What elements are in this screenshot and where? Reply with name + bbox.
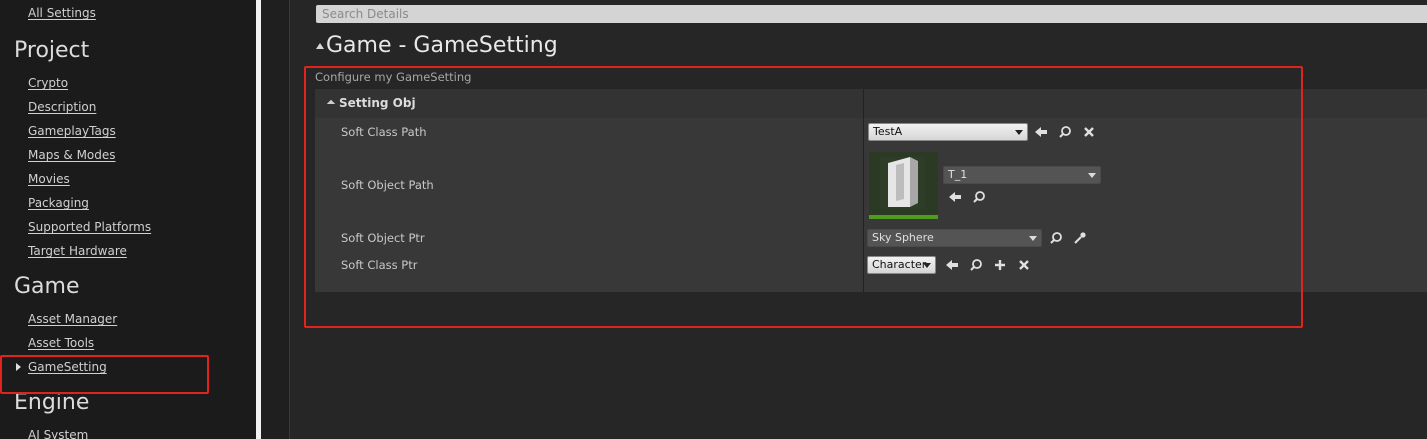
sidebar-section-game: Game	[14, 274, 80, 299]
sidebar-item-description[interactable]: Description	[28, 100, 96, 114]
sidebar-item-maps-modes[interactable]: Maps & Modes	[28, 148, 116, 162]
sidebar-selection-highlight	[0, 355, 209, 394]
search-details-input[interactable]: Search Details	[316, 5, 1427, 23]
panel-divider	[289, 0, 290, 439]
sidebar-item-target-hardware[interactable]: Target Hardware	[28, 244, 127, 258]
details-highlight-box	[304, 66, 1303, 328]
details-title: Game - GameSetting	[326, 33, 558, 58]
sidebar-item-all-settings[interactable]: All Settings	[28, 6, 96, 20]
sidebar-section-project: Project	[14, 38, 90, 63]
collapse-section-arrow-icon[interactable]	[316, 43, 324, 49]
sidebar-item-crypto[interactable]: Crypto	[28, 76, 68, 90]
sidebar-item-ai-system[interactable]: AI System	[28, 428, 88, 439]
sidebar-item-movies[interactable]: Movies	[28, 172, 70, 186]
sidebar-item-packaging[interactable]: Packaging	[28, 196, 89, 210]
splitter-gap	[261, 0, 289, 439]
sidebar-item-asset-tools[interactable]: Asset Tools	[28, 336, 94, 350]
sidebar-item-asset-manager[interactable]: Asset Manager	[28, 312, 117, 326]
sidebar-item-supported-platforms[interactable]: Supported Platforms	[28, 220, 151, 234]
sidebar-item-gameplaytags[interactable]: GameplayTags	[28, 124, 116, 138]
